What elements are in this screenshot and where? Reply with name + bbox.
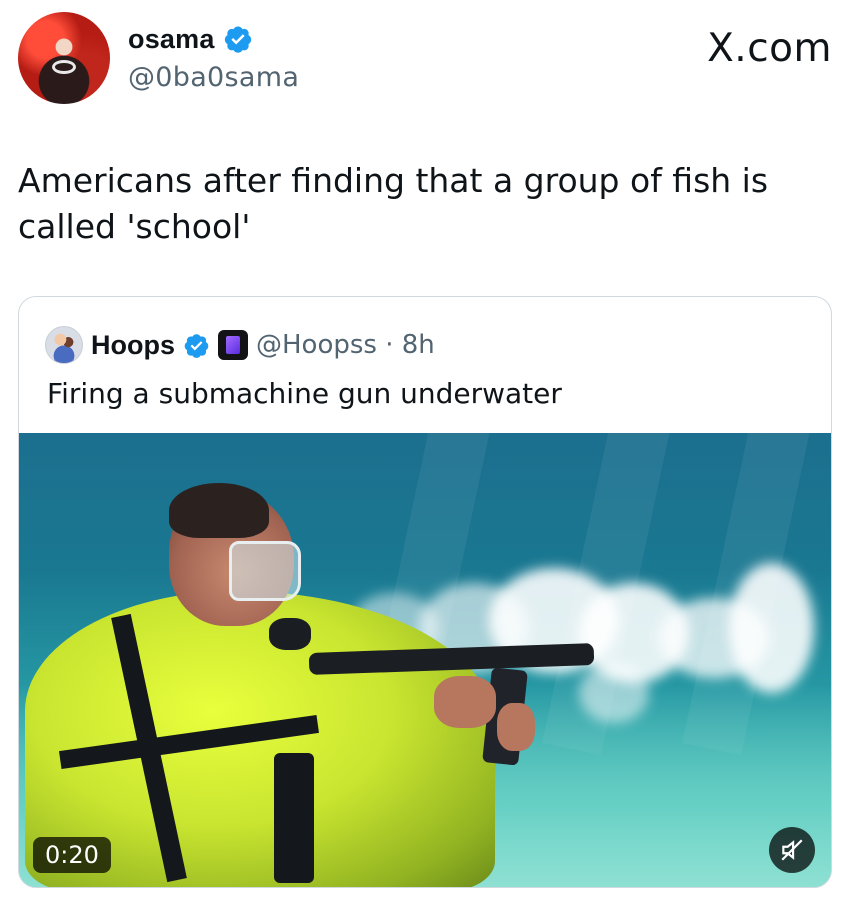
quoted-handle-time[interactable]: @Hoopss · 8h bbox=[256, 330, 435, 360]
mute-glyph-icon bbox=[781, 839, 803, 861]
author-handle[interactable]: @0ba0sama bbox=[128, 62, 299, 93]
tweet-text: Americans after finding that a group of … bbox=[18, 161, 769, 246]
quoted-verified-badge-icon bbox=[184, 333, 209, 358]
affiliate-badge-icon[interactable] bbox=[218, 330, 248, 360]
tweet-header: osama @0ba0sama X.com bbox=[18, 12, 832, 104]
quoted-tweet-header: Hoops @Hoopss · 8h bbox=[45, 325, 435, 365]
video-duration: 0:20 bbox=[33, 837, 111, 873]
quoted-tweet-card[interactable]: Hoops @Hoopss · 8h Firing a submachine g… bbox=[18, 296, 832, 888]
verified-badge-icon bbox=[224, 26, 251, 53]
dive-mask bbox=[229, 541, 301, 601]
quoted-author-avatar[interactable] bbox=[45, 326, 83, 364]
speaker-muted-icon[interactable] bbox=[769, 827, 815, 873]
author-display-name[interactable]: osama bbox=[128, 24, 215, 55]
quoted-tweet-text: Firing a submachine gun underwater bbox=[47, 377, 562, 410]
x-com-watermark: X.com bbox=[707, 26, 832, 71]
author-name-row: osama bbox=[128, 21, 253, 57]
quoted-author-name[interactable]: Hoops bbox=[91, 330, 175, 361]
avatar-chain-detail bbox=[52, 60, 76, 74]
author-avatar[interactable] bbox=[18, 12, 110, 104]
video-player[interactable]: 0:20 bbox=[19, 433, 831, 887]
